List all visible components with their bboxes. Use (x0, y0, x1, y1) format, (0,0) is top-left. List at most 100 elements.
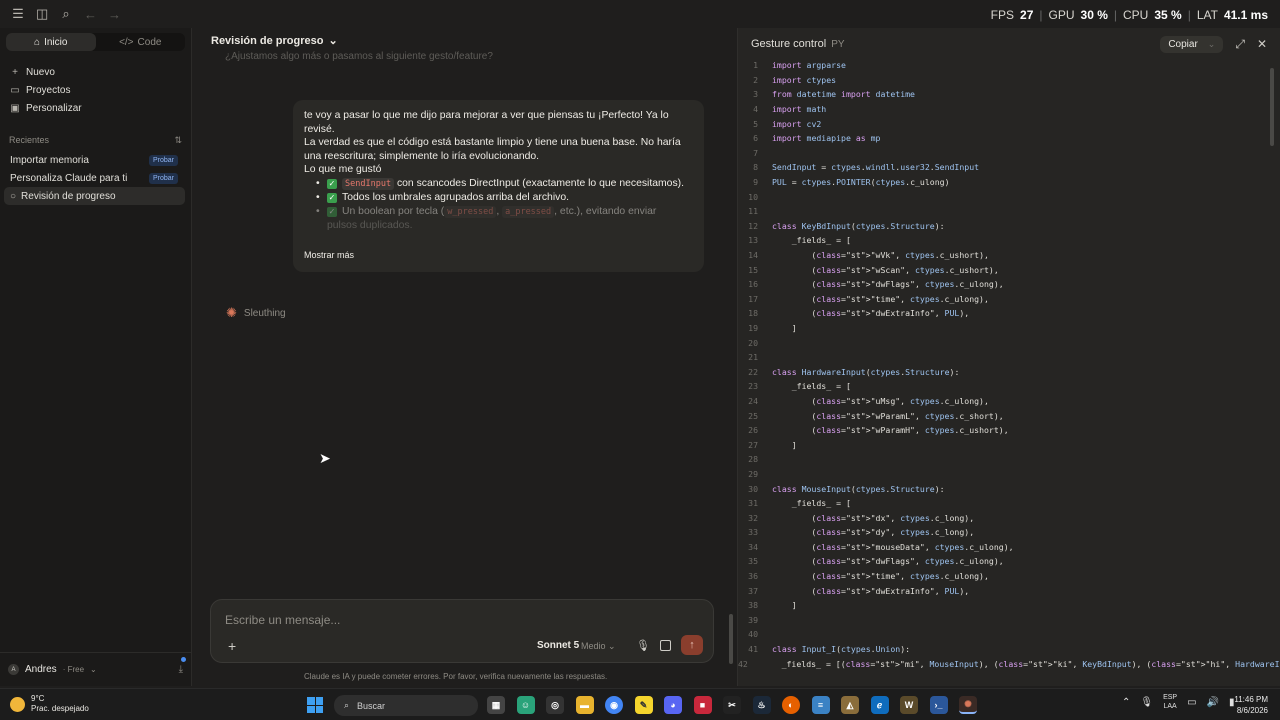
code-text: import math (772, 104, 827, 115)
app-icon[interactable]: ■ (693, 696, 712, 714)
code-text: (class="st">"dy", ctypes.c_long), (772, 527, 975, 538)
code-text: class KeyBdInput(ctypes.Structure): (772, 220, 945, 231)
chrome-icon[interactable]: ◉ (605, 696, 623, 714)
thinking-indicator: ✺ Sleuthing (226, 305, 286, 321)
mode-switch: ⌂ Inicio </> Code (6, 33, 185, 51)
code-text: ] (772, 600, 797, 611)
claude-app-icon[interactable]: ✺ (959, 696, 977, 714)
effort-selector[interactable]: Medio ⌄ (581, 641, 616, 652)
code-line: 14 (class="st">"wVk", ctypes.c_ushort), (738, 248, 1268, 263)
scrollbar[interactable] (1270, 68, 1274, 146)
code-line: 38 ] (738, 598, 1268, 613)
code-text: SendInput = ctypes.windll.user32.SendInp… (772, 162, 980, 173)
code-line: 36 (class="st">"time", ctypes.c_ulong), (738, 569, 1268, 584)
app-icon[interactable]: ◭ (841, 696, 859, 714)
microphone-icon[interactable]: 🎙 (1140, 697, 1153, 708)
line-number: 11 (748, 206, 758, 217)
show-more-button[interactable]: Mostrar más (304, 244, 694, 262)
chevron-down-icon[interactable]: ⌄ (1208, 39, 1216, 50)
line-number: 21 (748, 352, 758, 363)
chevron-up-icon[interactable]: ⌃ (1122, 697, 1130, 708)
mouse-cursor-icon: ➤ (319, 450, 331, 466)
firefox-icon[interactable]: ◐ (782, 696, 800, 714)
download-icon[interactable]: ⤓ (179, 657, 187, 675)
message-input[interactable]: Escribe un mensaje... (225, 613, 340, 627)
tab-code[interactable]: </> Code (96, 33, 186, 51)
code-line: 31 _fields_ = [ (738, 496, 1268, 511)
recent-item-personaliza-claude[interactable]: Personaliza Claude para ti Probar (0, 169, 185, 187)
expand-icon[interactable]: ⤢ (1235, 37, 1245, 52)
steam-icon[interactable]: ♨ (752, 696, 771, 714)
line-number: 36 (748, 571, 758, 582)
line-number: 8 (753, 162, 758, 173)
sidebar-item-personalizar[interactable]: ▣ Personalizar (0, 99, 191, 117)
model-selector[interactable]: Sonnet 5 (537, 640, 579, 651)
code-line: 12 class KeyBdInput(ctypes.Structure): (738, 219, 1268, 234)
list-item: ✓ Todos los umbrales agrupados arriba del… (327, 191, 693, 205)
sidebar-item-nuevo[interactable]: + Nuevo (0, 63, 191, 81)
code-artifact-panel: Gesture control PY Copiar ⌄ ⤢ ✕ 1 import a… (737, 28, 1280, 686)
recent-item-revision-progreso[interactable]: ○ Revisión de progreso (4, 187, 185, 205)
close-icon[interactable]: ✕ (1257, 37, 1267, 51)
display-icon[interactable]: ▭ (1187, 697, 1196, 708)
code-line: 7 (738, 146, 1268, 161)
code-text: from datetime import datetime (772, 89, 915, 100)
user-menu[interactable]: A Andres · Free ⌄ ⤓ (0, 652, 191, 686)
forward-icon[interactable]: → (108, 7, 121, 22)
inline-code: w_pressed (444, 205, 497, 218)
code-text: (class="st">"dwFlags", ctypes.c_ulong), (772, 279, 1004, 290)
weather-widget[interactable]: 9°C Prac. despejado (10, 694, 89, 714)
previous-message-fragment: ¿Ajustamos algo más o pasamos al siguien… (225, 51, 493, 62)
code-text: (class="st">"mouseData", ctypes.c_ulong)… (772, 541, 1014, 552)
plus-icon: + (12, 66, 18, 78)
weather-temp: 9°C (31, 694, 45, 703)
back-icon[interactable]: ← (84, 7, 97, 22)
microphone-icon[interactable]: 🎙 (636, 639, 650, 652)
task-view-icon[interactable]: ▦ (487, 696, 505, 714)
code-line: 25 (class="st">"wParamL", ctypes.c_short… (738, 408, 1268, 423)
user-name: Andres (25, 664, 57, 675)
file-explorer-icon[interactable]: ▬ (575, 696, 594, 714)
taskbar-search[interactable]: ⌕ Buscar (334, 695, 478, 716)
chat-title-button[interactable]: Revisión de progreso ⌄ (211, 34, 338, 48)
panel-icon[interactable] (660, 640, 671, 651)
keyboard-language[interactable]: ESP LAA (1163, 693, 1177, 711)
code-text: (class="st">"wScan", ctypes.c_ushort), (772, 264, 999, 275)
filter-icon[interactable]: ⇅ (174, 135, 182, 146)
copy-button[interactable]: Copiar ⌄ (1160, 35, 1224, 53)
sticky-notes-icon[interactable]: ✎ (634, 696, 653, 714)
code-text: _fields_ = [ (772, 498, 851, 509)
scrollbar[interactable] (729, 614, 733, 664)
tab-label: Code (137, 36, 162, 48)
capcut-icon[interactable]: ✂ (723, 696, 741, 714)
search-icon[interactable]: ⌕ (60, 6, 72, 22)
code-line: 21 (738, 350, 1268, 365)
notepad-icon[interactable]: ≡ (811, 696, 830, 714)
weather-desc: Prac. despejado (31, 704, 89, 713)
github-icon[interactable]: ◎ (546, 696, 564, 714)
edge-icon[interactable]: ℯ (870, 696, 889, 714)
plus-icon[interactable]: + (228, 638, 236, 654)
page-title: Revisión de progreso (211, 34, 324, 47)
menu-icon[interactable]: ☰ (12, 6, 24, 22)
gpu-value: 30 % (1080, 8, 1108, 22)
volume-icon[interactable]: 🔊 (1207, 697, 1219, 708)
chat-app-icon[interactable]: ☺ (516, 696, 535, 714)
discord-icon[interactable]: ◕ (664, 696, 682, 714)
code-text: class MouseInput(ctypes.Structure): (772, 483, 945, 494)
fps-label: FPS (990, 8, 1015, 22)
send-button[interactable]: ↑ (681, 635, 703, 655)
code-line: 33 (class="st">"dy", ctypes.c_long), (738, 525, 1268, 540)
line-number: 38 (748, 600, 758, 611)
recent-item-importar-memoria[interactable]: Importar memoria Probar (0, 151, 185, 169)
sidebar-item-proyectos[interactable]: ▭ Proyectos (0, 81, 191, 99)
line-number: 7 (753, 147, 758, 158)
app-icon[interactable]: W (900, 696, 918, 714)
sidebar-toggle-icon[interactable]: ◫ (36, 6, 48, 22)
line-number: 16 (748, 279, 758, 290)
tab-inicio[interactable]: ⌂ Inicio (6, 33, 96, 51)
windows-start-icon[interactable] (307, 697, 323, 713)
system-clock[interactable]: 11:46 PM 8/6/2026 (1234, 694, 1268, 716)
language-label: PY (831, 38, 845, 50)
terminal-icon[interactable]: ›_ (929, 696, 948, 714)
